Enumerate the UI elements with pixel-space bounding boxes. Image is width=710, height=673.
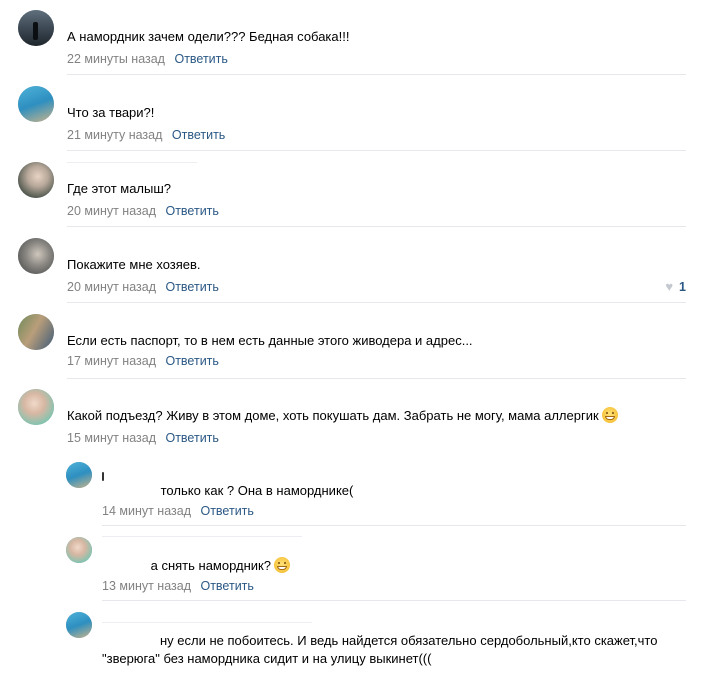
comment-meta: 22 минуты назад Ответить	[67, 51, 228, 67]
reply-text: ну если не побоитесь. И ведь найдется об…	[102, 633, 658, 666]
comment-time[interactable]: 21 минуту назад	[67, 128, 162, 142]
reply-time[interactable]: 13 минут назад	[102, 579, 191, 593]
author-name[interactable]	[102, 468, 104, 483]
comment-time[interactable]: 22 минуты назад	[67, 52, 165, 66]
reply-button[interactable]: Ответить	[200, 504, 253, 518]
divider	[67, 302, 686, 303]
reply-text: только как ? Она в наморднике(	[102, 482, 682, 500]
reply-meta: 14 минут назад Ответить	[102, 503, 254, 519]
reply-text: а снять намордник?	[102, 557, 682, 575]
avatar[interactable]	[18, 86, 54, 122]
comment-text: Если есть паспорт, то в нем есть данные …	[67, 333, 473, 348]
reply-button[interactable]: Ответить	[165, 204, 218, 218]
comment-time[interactable]: 20 минут назад	[67, 280, 156, 294]
divider	[102, 600, 686, 601]
avatar[interactable]	[18, 238, 54, 274]
comment-meta: 20 минут назад Ответить	[67, 279, 219, 295]
divider	[67, 226, 686, 227]
comment-time[interactable]: 20 минут назад	[67, 204, 156, 218]
comment-text: Какой подъезд? Живу в этом доме, хоть по…	[67, 407, 682, 425]
divider	[67, 378, 686, 379]
comment-text: Что за твари?!	[67, 105, 155, 120]
comment-text: Покажите мне хозяев.	[67, 257, 201, 272]
like-count: 1	[679, 280, 686, 294]
avatar[interactable]	[66, 612, 92, 638]
reply-button[interactable]: Ответить	[165, 354, 218, 368]
comment-time[interactable]: 17 минут назад	[67, 354, 156, 368]
avatar[interactable]	[18, 162, 54, 198]
divider	[67, 74, 686, 75]
reply-text-content: а снять намордник?	[150, 558, 271, 573]
avatar[interactable]	[18, 389, 54, 425]
comment-text: А намордник зачем одели??? Бедная собака…	[67, 29, 350, 44]
divider	[67, 150, 686, 151]
reply-button[interactable]: Ответить	[200, 579, 253, 593]
heart-icon: ♥	[665, 279, 674, 294]
reply-button[interactable]: Ответить	[165, 431, 218, 445]
reply-button[interactable]: Ответить	[165, 280, 218, 294]
reply-time[interactable]: 14 минут назад	[102, 504, 191, 518]
reply-button[interactable]: Ответить	[174, 52, 227, 66]
reply-meta: 13 минут назад Ответить	[102, 578, 254, 594]
avatar[interactable]	[18, 314, 54, 350]
avatar[interactable]	[18, 10, 54, 46]
reply-button[interactable]: Ответить	[172, 128, 225, 142]
like-button[interactable]: ♥ 1	[665, 279, 686, 294]
comment-meta: 20 минут назад Ответить	[67, 203, 219, 219]
grinning-sweat-emoji-icon	[601, 407, 618, 423]
comment-meta: 17 минут назад Ответить	[67, 353, 219, 369]
comment-meta: 15 минут назад Ответить	[67, 430, 219, 446]
avatar[interactable]	[66, 537, 92, 563]
comment-text-content: Какой подъезд? Живу в этом доме, хоть по…	[67, 408, 599, 423]
comment-time[interactable]: 15 минут назад	[67, 431, 156, 445]
grinning-sweat-emoji-icon	[273, 557, 290, 573]
divider	[102, 525, 686, 526]
comment-meta: 21 минуту назад Ответить	[67, 127, 225, 143]
comment-text: Где этот малыш?	[67, 181, 172, 196]
avatar[interactable]	[66, 462, 92, 488]
reply-text-content: только как ? Она в наморднике(	[160, 483, 354, 498]
